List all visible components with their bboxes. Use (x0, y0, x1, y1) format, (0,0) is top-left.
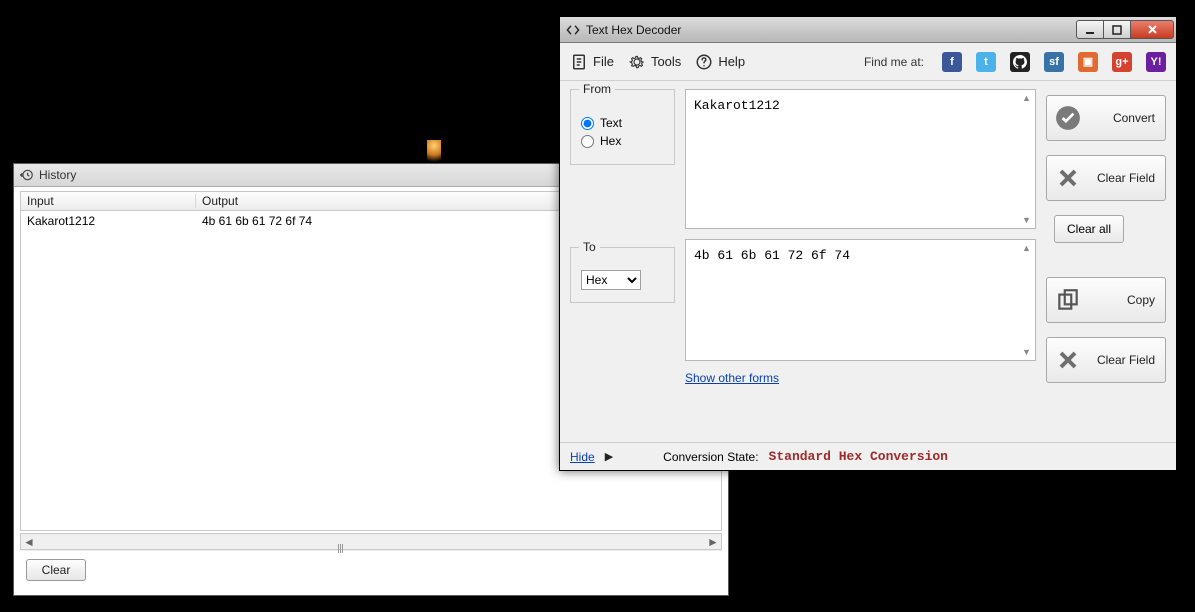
from-group-label: From (579, 82, 615, 96)
clear-field-top-button[interactable]: Clear Field (1046, 155, 1166, 201)
history-icon (20, 168, 34, 182)
copy-button[interactable]: Copy (1046, 277, 1166, 323)
conversion-state-value: Standard Hex Conversion (769, 449, 948, 464)
sourceforge-icon[interactable]: sf (1044, 52, 1064, 72)
facebook-icon[interactable]: f (942, 52, 962, 72)
history-horizontal-scrollbar[interactable]: ◄ ► (20, 533, 722, 550)
menubar: File Tools Help Find me at: f t sf ▣ g+ … (560, 43, 1176, 81)
history-cell-input: Kakarot1212 (21, 214, 196, 228)
from-groupbox: From Text Hex (570, 89, 675, 165)
from-vertical-scrollbar[interactable]: ▲▼ (1018, 90, 1035, 228)
minimize-button[interactable] (1076, 20, 1104, 39)
statusbar: Hide ▶ Conversion State: Standard Hex Co… (560, 442, 1176, 470)
googleplus-icon[interactable]: g+ (1112, 52, 1132, 72)
stackexchange-icon[interactable]: ▣ (1078, 52, 1098, 72)
scroll-right-icon[interactable]: ► (705, 534, 721, 549)
check-circle-icon (1055, 105, 1081, 131)
twitter-icon[interactable]: t (976, 52, 996, 72)
conversion-state-label: Conversion State: (663, 450, 758, 464)
yahoo-icon[interactable]: Y! (1146, 52, 1166, 72)
app-icon (566, 23, 580, 37)
main-window: Text Hex Decoder File Tools Help Find me… (559, 16, 1177, 471)
menu-help[interactable]: Help (695, 53, 745, 71)
hide-link[interactable]: Hide (570, 450, 595, 464)
file-icon (570, 53, 588, 71)
close-button[interactable] (1130, 20, 1174, 39)
find-me-label: Find me at: (864, 55, 924, 69)
gear-icon (628, 53, 646, 71)
chevron-right-icon[interactable]: ▶ (605, 450, 613, 463)
to-textarea[interactable]: 4b 61 6b 61 72 6f 74 (685, 239, 1036, 361)
help-icon (695, 53, 713, 71)
convert-button[interactable]: Convert (1046, 95, 1166, 141)
x-icon (1055, 347, 1081, 373)
app-title: Text Hex Decoder (586, 23, 681, 37)
from-text-radio-input[interactable] (581, 117, 594, 130)
maximize-button[interactable] (1103, 20, 1131, 39)
history-clear-button[interactable]: Clear (26, 559, 86, 581)
clear-field-bottom-button[interactable]: Clear Field (1046, 337, 1166, 383)
history-title: History (39, 168, 76, 182)
menu-file[interactable]: File (570, 53, 614, 71)
history-header-input[interactable]: Input (21, 194, 196, 208)
copy-icon (1055, 287, 1081, 313)
from-hex-radio[interactable]: Hex (581, 134, 664, 148)
to-group-label: To (579, 240, 600, 254)
scroll-left-icon[interactable]: ◄ (21, 534, 37, 549)
show-other-forms-link[interactable]: Show other forms (685, 371, 1036, 385)
from-hex-radio-input[interactable] (581, 135, 594, 148)
x-icon (1055, 165, 1081, 191)
to-groupbox: To Hex (570, 247, 675, 303)
from-text-radio[interactable]: Text (581, 116, 664, 130)
to-format-select[interactable]: Hex (581, 270, 641, 290)
menu-tools[interactable]: Tools (628, 53, 681, 71)
to-vertical-scrollbar[interactable]: ▲▼ (1018, 240, 1035, 360)
github-icon[interactable] (1010, 52, 1030, 72)
main-titlebar[interactable]: Text Hex Decoder (560, 17, 1176, 43)
clear-all-button[interactable]: Clear all (1054, 215, 1124, 243)
from-textarea[interactable]: Kakarot1212 (685, 89, 1036, 229)
